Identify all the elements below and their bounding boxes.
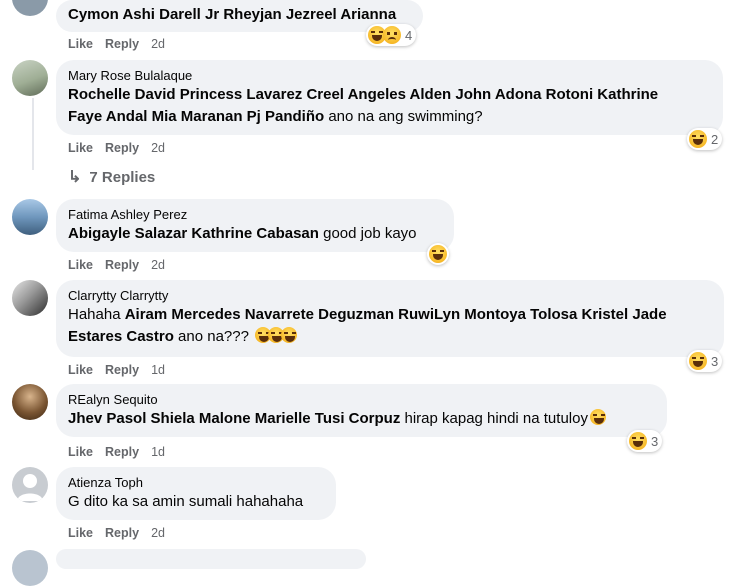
comment-actions: Like Reply 2d [68,257,165,273]
comment-actions: Like Reply 2d [68,36,165,52]
haha-icon [689,352,707,370]
reply-arrow-icon: ↳ [68,169,82,186]
tagged-names[interactable]: Rochelle David Princess Lavarez Creel An… [68,86,658,103]
avatar[interactable] [12,199,48,235]
tagged-names[interactable]: Faye Andal Mia Maranan Pj Pandiño [68,108,324,125]
comment: REalyn Sequito Jhev Pasol Shiela Malone … [12,384,750,464]
reaction-count: 2 [711,131,719,147]
comment-bubble: REalyn Sequito Jhev Pasol Shiela Malone … [56,384,667,437]
avatar[interactable] [12,280,48,316]
default-avatar-icon [17,474,43,501]
comment-text: ano na ang swimming? [324,108,483,125]
reply-button[interactable]: Reply [105,36,139,52]
like-button[interactable]: Like [68,140,93,156]
like-button[interactable]: Like [68,444,93,460]
view-replies-button[interactable]: ↳ 7 Replies [68,167,155,187]
comment-author[interactable]: REalyn Sequito [68,392,655,408]
comment-bubble [56,549,366,569]
haha-icon [629,432,647,450]
rofl-emoji-icon [589,409,606,425]
timestamp[interactable]: 1d [151,444,165,460]
reaction-summary[interactable]: 3 [687,350,723,372]
comment-bubble: Fatima Ashley Perez Abigayle Salazar Kat… [56,199,454,252]
reaction-summary[interactable]: 3 [627,430,663,452]
replies-label: 7 Replies [89,168,156,186]
reaction-count: 3 [711,353,719,369]
like-button[interactable]: Like [68,36,93,52]
timestamp[interactable]: 1d [151,362,165,378]
tagged-names[interactable]: Abigayle Salazar Kathrine Cabasan [68,225,319,242]
comment-text-prefix: Hahaha [68,306,125,323]
comment-bubble: Mary Rose Bulalaque Rochelle David Princ… [56,60,723,135]
like-button[interactable]: Like [68,525,93,541]
reaction-count: 3 [651,433,659,449]
reaction-summary[interactable]: 4 [366,24,417,46]
reply-button[interactable]: Reply [105,444,139,460]
avatar[interactable] [12,384,48,420]
timestamp[interactable]: 2d [151,257,165,273]
reply-button[interactable]: Reply [105,362,139,378]
reply-button[interactable]: Reply [105,525,139,541]
rofl-emoji-icon [281,327,298,343]
comment: Mary Rose Bulalaque Rochelle David Princ… [12,60,750,190]
comment: Fatima Ashley Perez Abigayle Salazar Kat… [12,199,750,279]
comment-actions: Like Reply 2d [68,140,165,156]
timestamp[interactable]: 2d [151,140,165,156]
tagged-names[interactable]: Cymon Ashi Darell Jr Rheyjan Jezreel Ari… [68,6,396,23]
like-button[interactable]: Like [68,257,93,273]
reply-button[interactable]: Reply [105,257,139,273]
avatar[interactable] [12,0,48,16]
reaction-summary[interactable] [427,243,449,265]
comment-bubble: Atienza Toph G dito ka sa amin sumali ha… [56,467,336,520]
comment-actions: Like Reply 1d [68,444,165,460]
comment-author[interactable]: Fatima Ashley Perez [68,207,442,223]
comment-actions: Like Reply 1d [68,362,165,378]
comment-author[interactable]: Atienza Toph [68,475,324,491]
avatar[interactable] [12,550,48,586]
comment-bubble: Clarrytty Clarrytty Hahaha Airam Mercede… [56,280,724,357]
comment-author[interactable]: Mary Rose Bulalaque [68,68,711,84]
comment-actions: Like Reply 2d [68,525,165,541]
timestamp[interactable]: 2d [151,525,165,541]
avatar[interactable] [12,467,48,503]
timestamp[interactable]: 2d [151,36,165,52]
comment-text: hirap kapag hindi na tutuloy [400,410,588,427]
reaction-count: 4 [405,27,413,43]
reply-button[interactable]: Reply [105,140,139,156]
tagged-names[interactable]: Estares Castro [68,328,174,345]
comment-text: ano na??? [173,328,249,345]
comment: Cymon Ashi Darell Jr Rheyjan Jezreel Ari… [12,0,750,55]
sad-icon [383,26,401,44]
haha-icon [689,130,707,148]
comment: Clarrytty Clarrytty Hahaha Airam Mercede… [12,280,750,380]
tagged-names[interactable]: Jhev Pasol Shiela Malone Marielle Tusi C… [68,410,400,427]
tagged-names[interactable]: Airam Mercedes Navarrete Deguzman RuwiLy… [125,306,667,323]
comment: Atienza Toph G dito ka sa amin sumali ha… [12,467,750,547]
like-button[interactable]: Like [68,362,93,378]
comment-text: G dito ka sa amin sumali hahahaha [68,493,304,510]
reaction-summary[interactable]: 2 [687,128,723,150]
comment-text: good job kayo [318,225,417,242]
haha-icon [429,245,447,263]
avatar[interactable] [12,60,48,96]
comment-author[interactable]: Clarrytty Clarrytty [68,288,712,304]
